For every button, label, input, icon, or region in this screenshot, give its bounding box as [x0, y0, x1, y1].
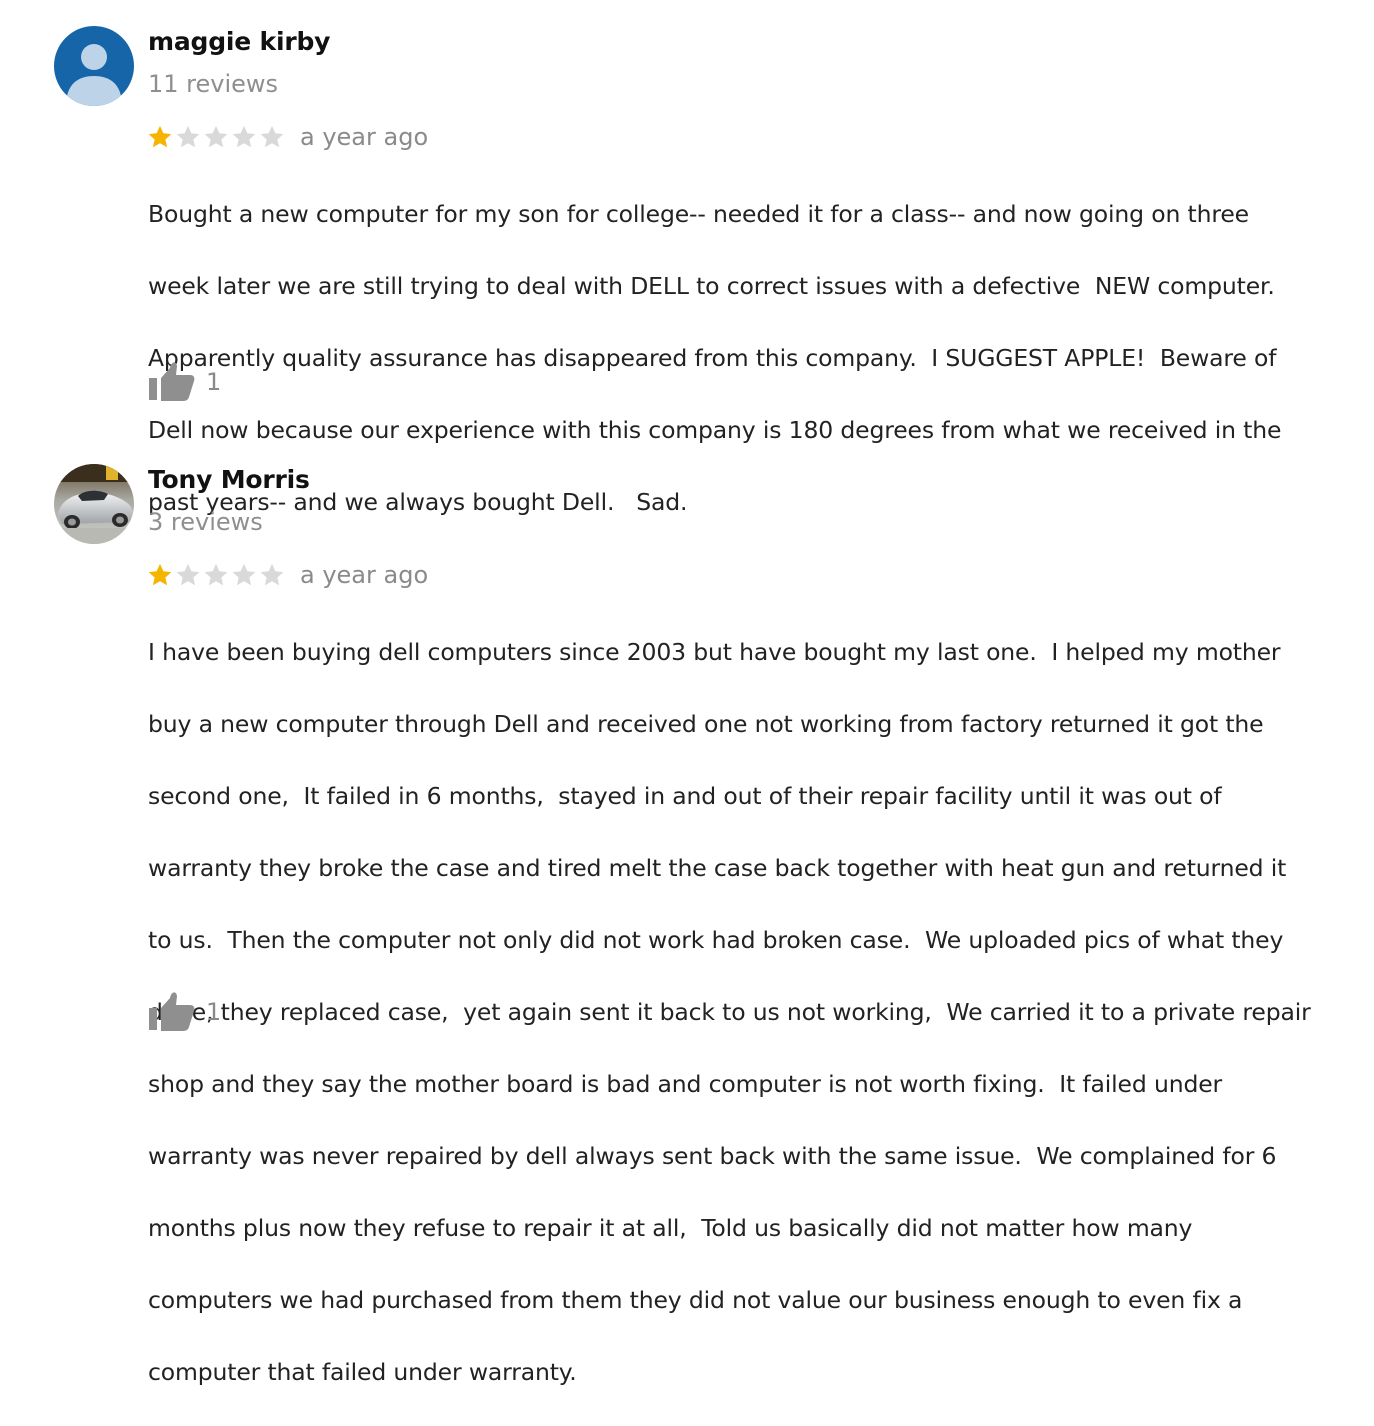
- default-person-icon: [54, 26, 134, 106]
- thumbs-up-icon[interactable]: [148, 360, 196, 404]
- review-date: a year ago: [300, 123, 429, 151]
- review-text-line: computers we had purchased from them the…: [148, 1286, 1243, 1314]
- review-text-line: months plus now they refuse to repair it…: [148, 1214, 1193, 1242]
- review-text-line: Apparently quality assurance has disappe…: [148, 344, 1277, 372]
- review-text-line: warranty they broke the case and tired m…: [148, 854, 1287, 882]
- star-empty-icon: [204, 125, 228, 148]
- rating-row: a year ago: [146, 558, 428, 592]
- star-empty-icon: [260, 125, 284, 148]
- review-date: a year ago: [300, 561, 429, 589]
- helpful-count: 1: [206, 368, 222, 396]
- review-text-line: to us. Then the computer not only did no…: [148, 926, 1284, 954]
- star-rating: [146, 561, 286, 589]
- review-text-line: second one, It failed in 6 months, staye…: [148, 782, 1222, 810]
- helpful-row: 1: [148, 990, 221, 1034]
- star-filled-icon: [148, 563, 172, 586]
- review-text-line: computer that failed under warranty.: [148, 1358, 577, 1386]
- review-text-line: shop and they say the mother board is ba…: [148, 1070, 1223, 1098]
- author-review-count[interactable]: 3 reviews: [148, 508, 263, 536]
- review-body: Bought a new computer for my son for col…: [148, 160, 1358, 556]
- review-text-line: I have been buying dell computers since …: [148, 638, 1281, 666]
- author-avatar[interactable]: [54, 464, 134, 544]
- helpful-count: 1: [206, 998, 222, 1026]
- star-empty-icon: [232, 125, 256, 148]
- star-filled-icon: [148, 125, 172, 148]
- review-text-line: Bought a new computer for my son for col…: [148, 200, 1249, 228]
- thumbs-up-icon[interactable]: [148, 990, 196, 1034]
- star-empty-icon: [260, 563, 284, 586]
- review-text-line: Dell now because our experience with thi…: [148, 416, 1282, 444]
- author-name[interactable]: maggie kirby: [148, 27, 330, 56]
- review-body: I have been buying dell computers since …: [148, 598, 1358, 1426]
- star-rating: [146, 123, 286, 151]
- author-review-count[interactable]: 11 reviews: [148, 70, 278, 98]
- author-name[interactable]: Tony Morris: [148, 465, 310, 494]
- star-empty-icon: [176, 563, 200, 586]
- star-empty-icon: [204, 563, 228, 586]
- star-empty-icon: [232, 563, 256, 586]
- review-text-line: week later we are still trying to deal w…: [148, 272, 1275, 300]
- rating-row: a year ago: [146, 120, 428, 154]
- helpful-row: 1: [148, 360, 221, 404]
- star-empty-icon: [176, 125, 200, 148]
- car-photo-avatar: [54, 464, 134, 544]
- author-avatar[interactable]: [54, 26, 134, 106]
- review-text-line: done, they replaced case, yet again sent…: [148, 998, 1311, 1026]
- review-text-line: past years-- and we always bought Dell. …: [148, 488, 688, 516]
- review-text-line: buy a new computer through Dell and rece…: [148, 710, 1264, 738]
- review-text-line: warranty was never repaired by dell alwa…: [148, 1142, 1277, 1170]
